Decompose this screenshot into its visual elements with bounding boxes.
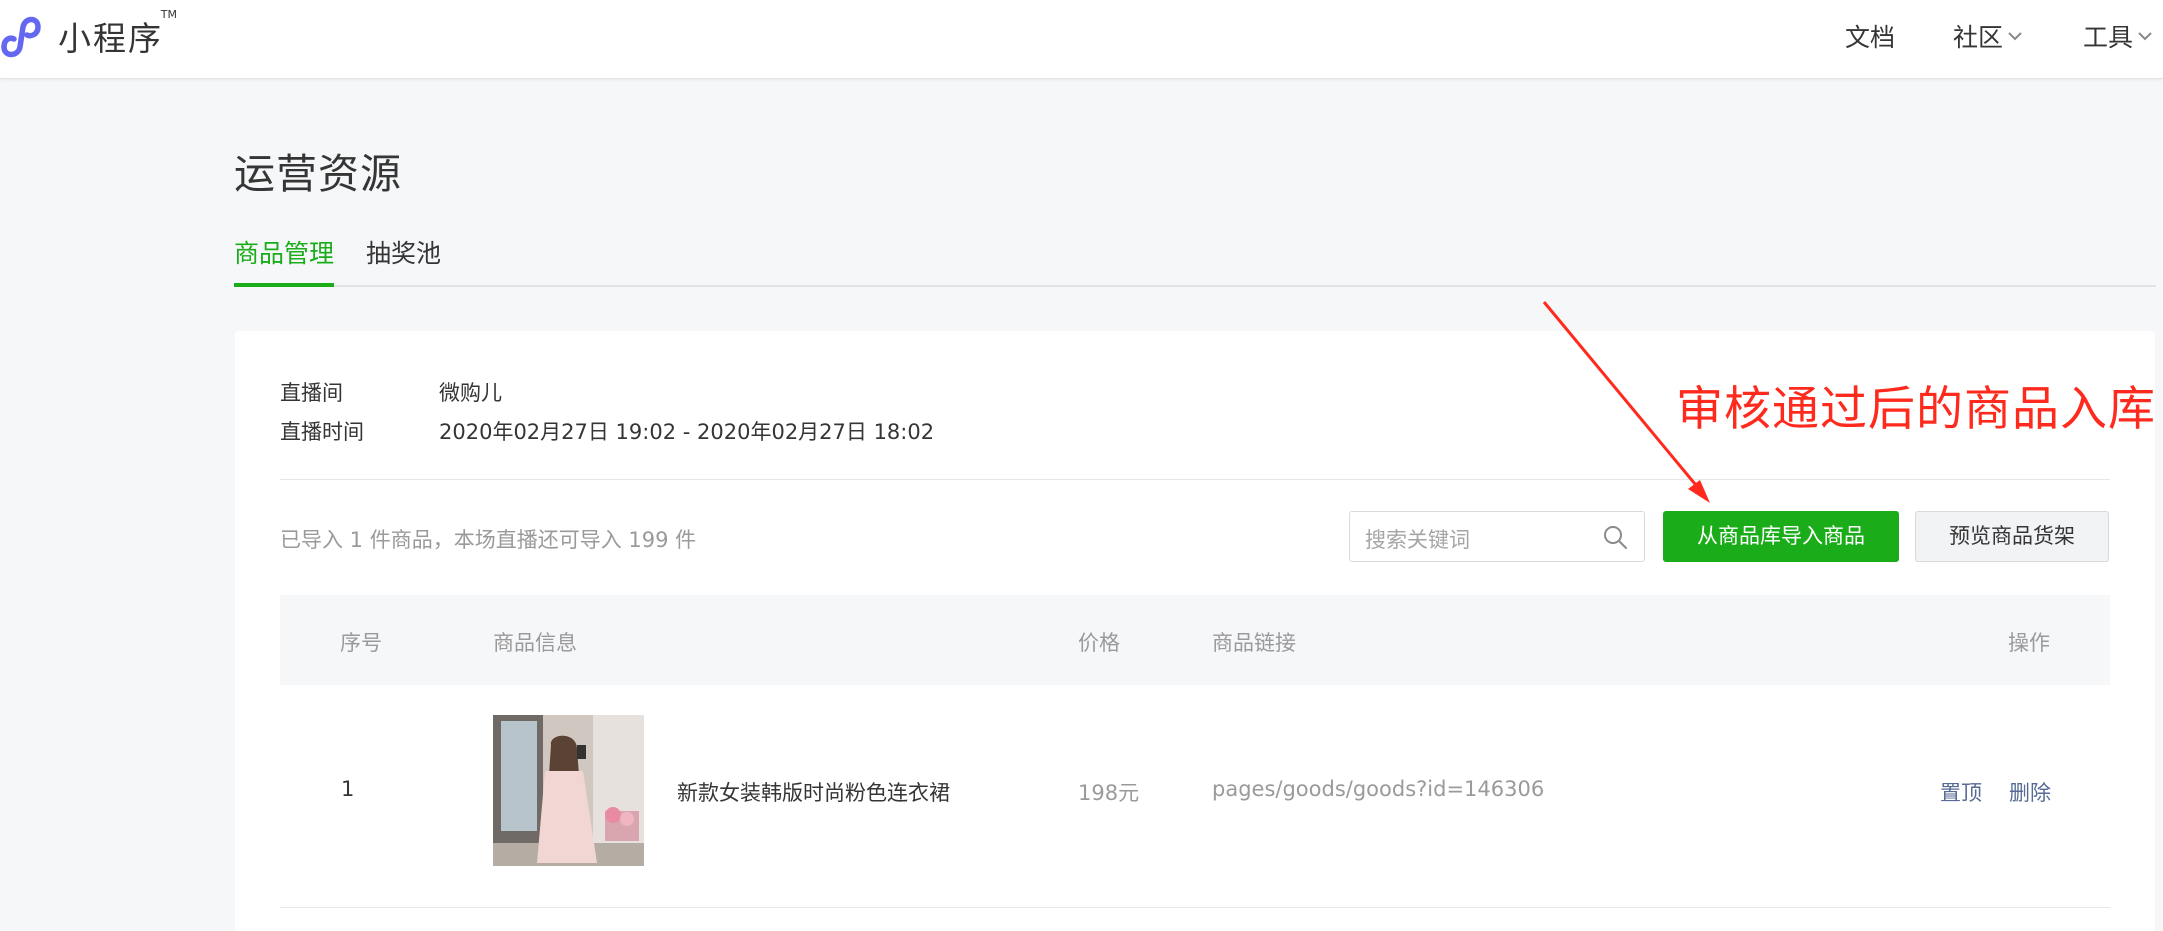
product-link: pages/goods/goods?id=146306 bbox=[1212, 777, 1545, 801]
live-room-value: 微购儿 bbox=[439, 381, 502, 405]
row-index: 1 bbox=[341, 777, 355, 801]
pin-top-link[interactable]: 置顶 bbox=[1940, 777, 1982, 807]
product-thumbnail bbox=[493, 715, 644, 866]
chevron-down-icon bbox=[2138, 31, 2152, 40]
product-photo bbox=[493, 715, 644, 866]
miniprogram-logo-icon bbox=[1, 16, 41, 58]
nav-docs-label: 文档 bbox=[1845, 23, 1896, 52]
col-action-header: 操作 bbox=[2008, 631, 2050, 655]
search-placeholder: 搜索关键词 bbox=[1365, 528, 1470, 552]
delete-link[interactable]: 删除 bbox=[2009, 777, 2051, 807]
nav-docs[interactable]: 文档 bbox=[1845, 0, 1895, 72]
live-time-value: 2020年02月27日 19:02 - 2020年02月27日 18:02 bbox=[439, 420, 935, 444]
preview-shelf-button[interactable]: 预览商品货架 bbox=[1915, 511, 2109, 562]
nav-community[interactable]: 社区 bbox=[1953, 0, 2022, 72]
live-room-label: 直播间 bbox=[280, 381, 343, 405]
col-price-header: 价格 bbox=[1078, 631, 1120, 655]
import-count-text: 已导入 1 件商品，本场直播还可导入 199 件 bbox=[280, 528, 697, 552]
brand-name: 小程序 TM bbox=[58, 8, 177, 58]
live-time-label: 直播时间 bbox=[280, 420, 364, 444]
tab-goods-management[interactable]: 商品管理 bbox=[234, 230, 335, 287]
top-navigation-bar: 小程序 TM 文档 社区 工具 bbox=[0, 0, 2163, 79]
nav-community-label: 社区 bbox=[1953, 23, 2004, 52]
tab-bar: 商品管理 抽奖池 bbox=[234, 230, 2156, 287]
page-title: 运营资源 bbox=[234, 150, 402, 198]
import-from-library-button[interactable]: 从商品库导入商品 bbox=[1663, 511, 1899, 562]
col-index-header: 序号 bbox=[340, 631, 382, 655]
search-input[interactable]: 搜索关键词 bbox=[1349, 511, 1645, 562]
nav-tools[interactable]: 工具 bbox=[2083, 0, 2152, 72]
annotation-text: 审核通过后的商品入库 bbox=[1676, 382, 2156, 437]
col-info-header: 商品信息 bbox=[493, 631, 577, 655]
col-link-header: 商品链接 bbox=[1212, 631, 1296, 655]
trademark-mark: TM bbox=[160, 8, 177, 21]
nav-tools-label: 工具 bbox=[2083, 23, 2134, 52]
search-icon[interactable] bbox=[1602, 524, 1628, 550]
chevron-down-icon bbox=[2008, 31, 2022, 40]
table-row: 1 新款女装韩版时尚粉色连衣裙 198元 pages/goods/goods?i… bbox=[280, 685, 2110, 908]
tab-lottery-pool[interactable]: 抽奖池 bbox=[366, 230, 441, 283]
section-divider bbox=[280, 479, 2110, 480]
product-price: 198元 bbox=[1078, 781, 1140, 805]
table-header: 序号 商品信息 价格 商品链接 操作 bbox=[280, 595, 2110, 685]
product-name: 新款女装韩版时尚粉色连衣裙 bbox=[677, 781, 950, 805]
brand-logo[interactable]: 小程序 TM bbox=[0, 8, 177, 64]
